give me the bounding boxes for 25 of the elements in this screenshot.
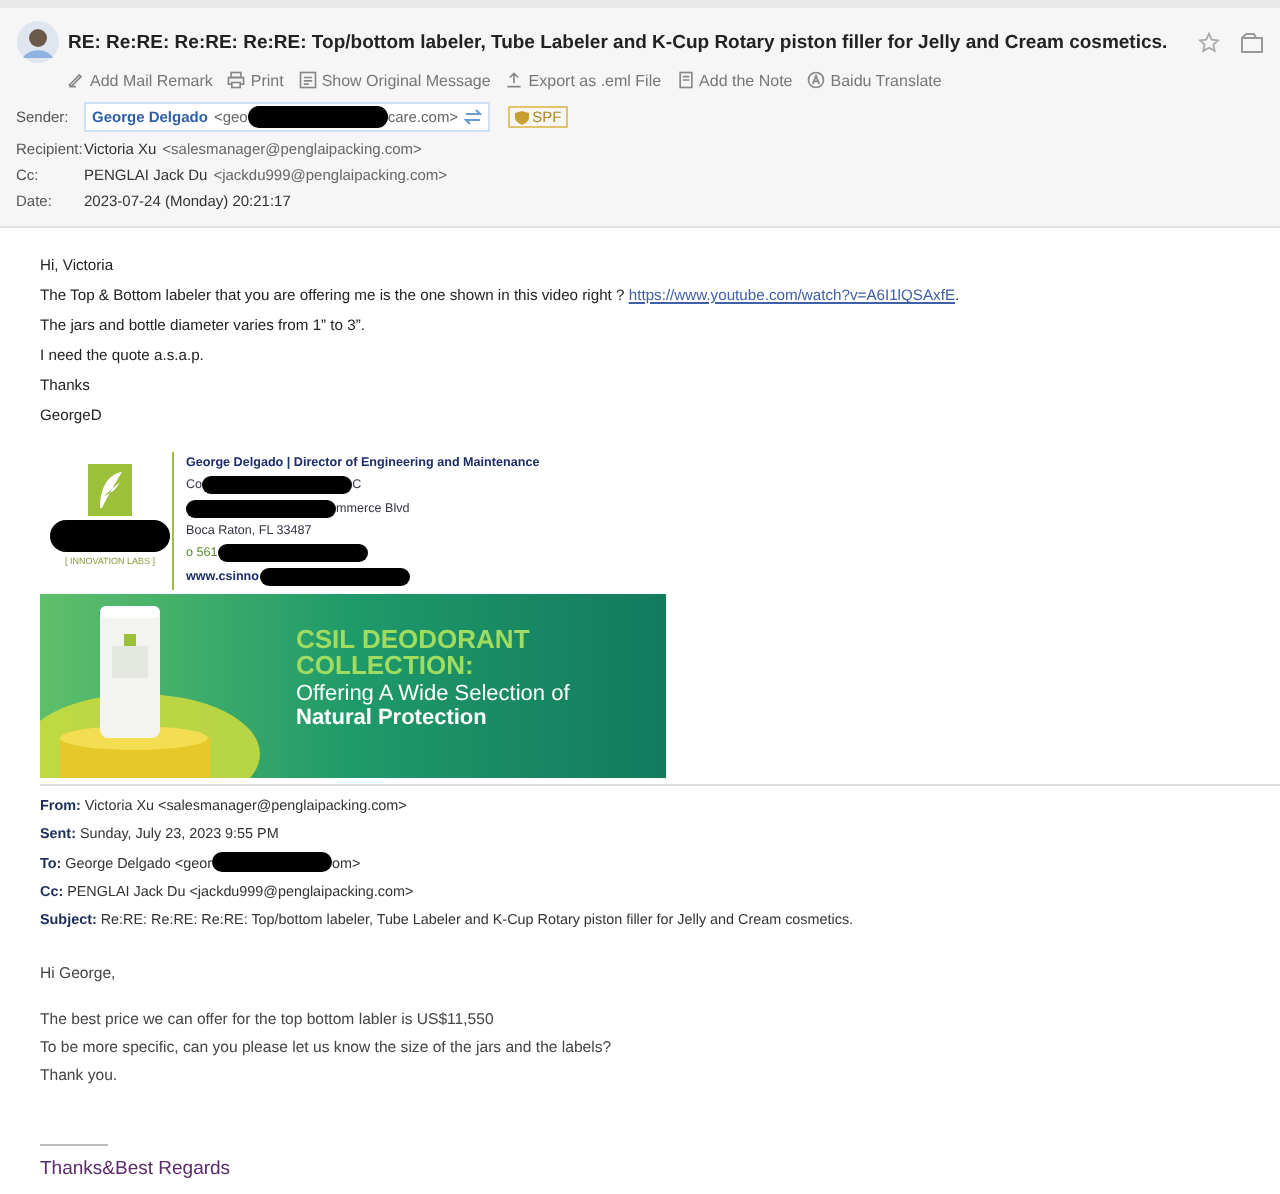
banner-emphasis: Natural Protection	[296, 706, 489, 730]
redaction-mark	[247, 106, 388, 128]
toolbar-button[interactable]: Export as .eml File	[504, 70, 662, 90]
toolbar-button[interactable]: Baidu Translate	[806, 70, 942, 90]
document-icon	[297, 70, 318, 90]
swap-icon[interactable]	[464, 108, 483, 126]
star-icon[interactable]	[1198, 31, 1220, 53]
toolbar-button[interactable]: Show Original Message	[297, 70, 491, 90]
email-subject: RE: Re:RE: Re:RE: Re:RE: Top/bottom labeler, Tube Labeler and K-Cup Rotary piston filler for Jelly and Cream cosmetics.	[68, 31, 1168, 53]
upload-icon	[504, 70, 525, 90]
redaction-mark	[211, 852, 332, 872]
printer-icon	[226, 70, 247, 90]
toolbar-button[interactable]: Add the Note	[675, 70, 793, 90]
closing-text: Thanks&Best Regards	[40, 1158, 233, 1180]
avatar-icon	[16, 20, 60, 64]
leaf-logo-icon	[88, 464, 132, 516]
folder-icon[interactable]	[1240, 31, 1264, 53]
banner-headline: CSIL DEODORANT COLLECTION:	[296, 626, 532, 678]
toolbar-button[interactable]: Add Mail Remark	[66, 70, 213, 90]
pencil-icon	[66, 70, 86, 90]
banner-subline: Offering A Wide Selection of	[296, 682, 572, 706]
redaction-mark	[50, 520, 170, 552]
translate-icon	[806, 70, 827, 90]
toolbar-button[interactable]: Print	[226, 70, 284, 90]
note-icon	[675, 70, 696, 90]
